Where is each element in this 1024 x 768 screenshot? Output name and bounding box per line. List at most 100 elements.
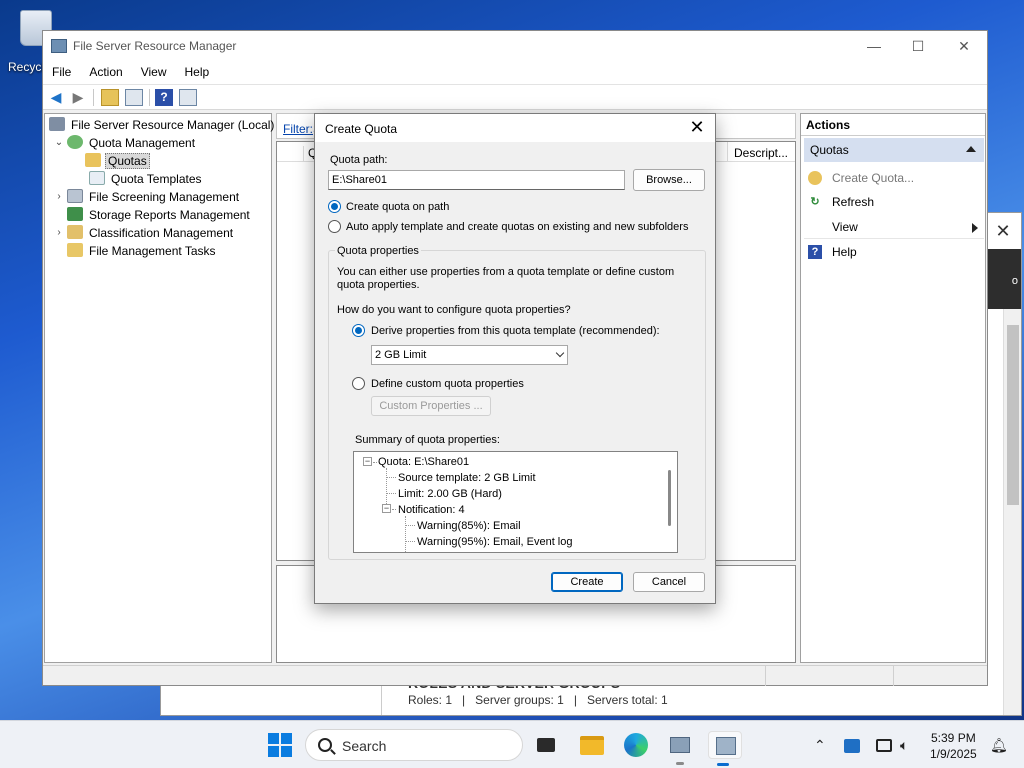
custom-properties-button[interactable]: Custom Properties ... [371,396,491,416]
taskbar: Search ⌃ 🔈︎ 5:39 PM 1/9/2025 🔔︎ [0,720,1024,768]
create-quota-dialog[interactable]: Create Quota ✕ Quota path: E:\Share01 Br… [314,113,716,604]
roles-summary: Roles: 1 | Server groups: 1 | Servers to… [408,693,668,707]
actions-header: Actions [801,114,985,136]
background-dark-strip: o [985,249,1021,309]
edge-button[interactable] [622,731,650,759]
notification-bell-icon[interactable]: 🔔︎ [990,737,1008,754]
search-icon [318,738,332,752]
action-view[interactable]: View [804,215,984,239]
background-scroll-thumb[interactable] [1007,325,1019,505]
taskbar-search[interactable]: Search [305,729,523,761]
summary-scrollbar[interactable] [663,452,677,552]
how-configure-label: How do you want to configure quota prope… [337,304,571,316]
collapse-box-icon[interactable]: − [382,504,391,513]
radio-custom-properties-label[interactable]: Define custom quota properties [371,378,524,390]
taskbar-search-label: Search [342,738,387,754]
background-close-button[interactable]: ✕ [985,213,1021,249]
tree-item-root[interactable]: File Server Resource Manager (Local) [49,116,276,134]
quota-template-icon [89,171,105,185]
display-icon[interactable] [876,739,892,752]
show-hide-tree-icon[interactable] [125,89,143,106]
summary-warning-85: Warning(85%): Email [417,520,521,532]
tree-item-file-management-tasks[interactable]: File Management Tasks [67,242,218,260]
toolbar: ◀ ▶ ? [43,85,987,110]
server-icon [49,117,65,131]
close-button[interactable]: ✕ [941,31,987,61]
refresh-icon: ↻ [810,196,820,208]
tree-item-classification[interactable]: › Classification Management [57,224,235,242]
up-folder-icon[interactable] [101,89,119,106]
collapse-chevron-icon[interactable]: ⌄ [53,134,65,152]
minimize-button[interactable]: — [851,31,897,61]
folder-icon [580,736,604,755]
background-scrollbar[interactable] [1003,309,1021,715]
classification-icon [67,225,83,239]
summary-warning-95: Warning(95%): Email, Event log [417,536,573,548]
quota-management-icon [67,135,83,149]
server-manager-button[interactable] [666,731,694,765]
tree-item-quota-management[interactable]: ⌄ Quota Management [55,134,197,152]
dialog-title: Create Quota [325,122,398,136]
action-create-quota[interactable]: Create Quota... [804,166,984,190]
filter-link[interactable]: Filter: [283,122,313,136]
tree-item-quota-templates[interactable]: Quota Templates [89,170,204,188]
fsrm-taskbar-button[interactable] [708,731,742,766]
window-title: File Server Resource Manager [73,39,237,53]
status-bar [43,665,987,686]
actions-section-quotas[interactable]: Quotas [804,138,984,162]
clock-date: 1/9/2025 [930,747,977,761]
radio-auto-apply-label[interactable]: Auto apply template and create quotas on… [346,221,688,233]
submenu-arrow-icon [972,223,978,233]
browse-button[interactable]: Browse... [633,169,705,191]
title-bar[interactable]: File Server Resource Manager — ☐ ✕ [43,31,987,61]
radio-derive-template[interactable] [352,324,365,337]
summary-label: Summary of quota properties: [355,434,500,446]
summary-notification: Notification: 4 [398,504,465,516]
menu-view[interactable]: View [132,61,176,79]
menu-help[interactable]: Help [176,61,219,79]
back-arrow-icon[interactable]: ◀ [47,89,65,106]
column-header-description[interactable]: Descript... [727,142,794,162]
quota-path-label: Quota path: [330,154,388,166]
quota-properties-desc-1: You can either use properties from a quo… [337,266,675,278]
expand-chevron-icon[interactable]: › [53,188,65,206]
clock[interactable]: 5:39 PM 1/9/2025 [930,730,977,762]
collapse-box-icon[interactable]: − [363,457,372,466]
show-hide-action-pane-icon[interactable] [179,89,197,106]
summary-scroll-thumb[interactable] [668,470,671,526]
forward-arrow-icon[interactable]: ▶ [69,89,87,106]
quota-path-input[interactable]: E:\Share01 [328,170,625,190]
radio-create-on-path[interactable] [328,200,341,213]
tree-item-file-screening[interactable]: › File Screening Management [57,188,241,206]
radio-create-on-path-label[interactable]: Create quota on path [346,201,449,213]
cancel-button[interactable]: Cancel [633,572,705,592]
navigation-tree[interactable]: File Server Resource Manager (Local) ⌄ Q… [44,113,274,663]
menu-action[interactable]: Action [80,61,131,79]
maximize-button[interactable]: ☐ [895,31,941,61]
file-explorer-button[interactable] [578,731,606,759]
volume-icon[interactable]: 🔈︎ [900,737,908,754]
summary-source-template: Source template: 2 GB Limit [398,472,536,484]
start-button[interactable] [268,733,292,757]
menu-file[interactable]: File [43,61,80,79]
create-button[interactable]: Create [551,572,623,592]
template-select[interactable]: 2 GB Limit [371,345,568,365]
quota-properties-title: Quota properties [335,245,421,257]
tree-item-quotas[interactable]: Quotas [85,152,150,170]
action-refresh[interactable]: ↻ Refresh [804,190,984,214]
template-selected-value: 2 GB Limit [375,349,427,361]
network-status-icon[interactable] [844,739,860,753]
summary-tree[interactable]: − Quota: E:\Share01 Source template: 2 G… [353,451,678,553]
radio-auto-apply[interactable] [328,220,341,233]
tree-item-storage-reports[interactable]: Storage Reports Management [67,206,252,224]
expand-chevron-icon[interactable]: › [53,224,65,242]
action-help[interactable]: ? Help [804,240,984,264]
column-header-quota[interactable]: Q [303,146,317,162]
task-view-button[interactable] [533,731,561,759]
radio-custom-properties[interactable] [352,377,365,390]
help-icon[interactable]: ? [155,89,173,106]
show-hidden-icons-chevron-icon[interactable]: ⌃ [814,737,826,754]
dialog-close-button[interactable]: ✕ [685,118,709,138]
dialog-title-bar[interactable]: Create Quota ✕ [315,114,715,142]
radio-derive-template-label[interactable]: Derive properties from this quota templa… [371,325,660,337]
